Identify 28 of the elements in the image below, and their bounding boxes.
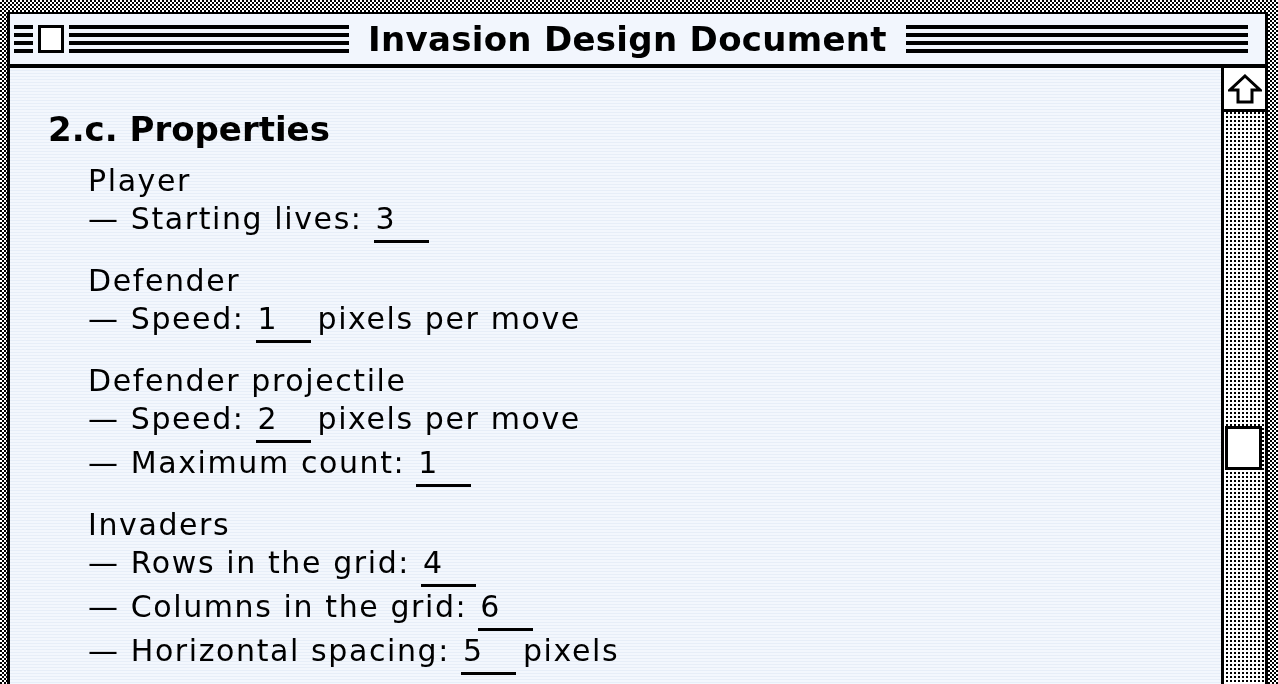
section-title: Player [88, 162, 191, 200]
unit-text: pixels per move [317, 400, 581, 438]
document-heading: 2.c. Properties [48, 109, 330, 149]
fill-in-line[interactable]: 4 [421, 544, 476, 587]
property-label: — Columns in the grid: [88, 588, 468, 626]
property-label: — Speed: [88, 300, 245, 338]
fill-in-line[interactable]: 3 [373, 200, 429, 243]
fill-in-line[interactable]: 5 [460, 632, 516, 675]
scroll-thumb[interactable] [1225, 426, 1262, 470]
property-label: — Rows in the grid: [88, 544, 410, 582]
section-title: Defender projectile [88, 362, 407, 400]
scroll-up-button[interactable] [1224, 68, 1265, 112]
section-title: Defender [88, 262, 241, 300]
window-title: Invasion Design Document [368, 19, 887, 59]
unit-text: pixels [522, 632, 620, 670]
fill-in-line[interactable]: 6 [478, 588, 534, 631]
fill-in-line[interactable]: 2 [255, 400, 311, 443]
property-label: — Maximum count: [88, 444, 406, 482]
unit-text: pixels per move [317, 300, 581, 338]
close-box[interactable] [38, 25, 64, 53]
section-title: Invaders [88, 506, 231, 544]
property-label: — Starting lives: [88, 200, 363, 238]
property-label: — Speed: [88, 400, 245, 438]
fill-in-line[interactable]: 1 [255, 300, 311, 343]
fill-in-line[interactable]: 1 [416, 444, 472, 487]
up-arrow-icon [1227, 73, 1262, 104]
property-label: — Horizontal spacing: [88, 632, 450, 670]
title-stripes [14, 25, 33, 53]
